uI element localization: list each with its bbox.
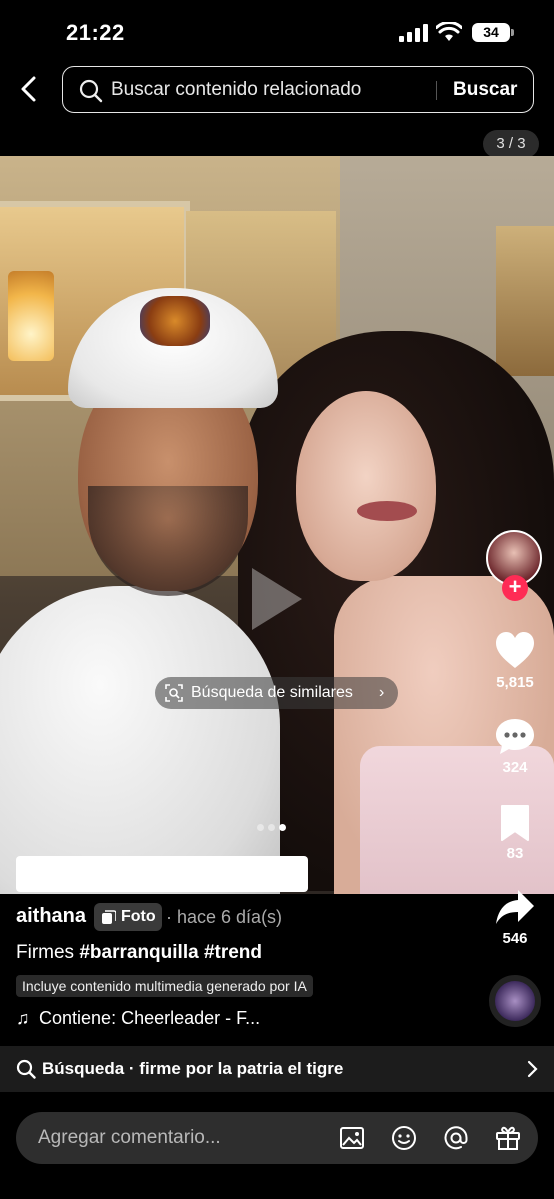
post-timestamp: · hace 6 día(s) [166, 907, 283, 927]
music-row[interactable]: ♫ Contiene: Cheerleader - F... [16, 1008, 260, 1029]
carousel-dot-active [279, 824, 286, 831]
search-icon [79, 79, 103, 103]
search-divider [436, 81, 437, 100]
chevron-right-icon: › [379, 684, 385, 701]
related-search-bar[interactable]: Búsqueda · firme por la patria el tigre [0, 1046, 554, 1092]
photo-stack-icon [102, 910, 116, 924]
search-icon [16, 1059, 36, 1079]
bookmark-icon[interactable] [494, 803, 536, 843]
back-icon[interactable] [16, 74, 42, 104]
share-icon[interactable] [494, 888, 536, 928]
heart-icon[interactable] [494, 630, 536, 670]
wifi-icon [436, 22, 462, 41]
status-bar: 21:22 34 [0, 0, 554, 64]
image-icon[interactable] [338, 1124, 366, 1152]
music-title: Contiene: Cheerleader - F... [39, 1008, 261, 1028]
comment-placeholder: Agregar comentario... [38, 1127, 221, 1148]
search-bar[interactable]: Buscar contenido relacionado Buscar [62, 66, 534, 113]
post-type-badge: Foto [94, 903, 162, 931]
search-input[interactable]: Buscar contenido relacionado [111, 79, 361, 101]
gift-icon[interactable] [494, 1124, 522, 1152]
carousel-dot [268, 824, 275, 831]
battery-indicator: 34 [472, 23, 510, 42]
play-icon[interactable] [248, 564, 306, 634]
signal-icon [399, 24, 428, 42]
mention-icon[interactable] [442, 1124, 470, 1152]
chevron-right-icon [527, 1060, 538, 1078]
post-type-label: Foto [121, 908, 156, 925]
emoji-icon[interactable] [390, 1124, 418, 1152]
post-photo[interactable] [0, 156, 554, 894]
woman-face [296, 391, 436, 581]
post-caption: Firmes #barranquilla #trend [16, 942, 262, 964]
related-search-label: Búsqueda · firme por la patria el tigre [42, 1059, 344, 1078]
background-niche [496, 226, 554, 376]
follow-button[interactable]: + [502, 575, 528, 601]
woman-lips [357, 501, 417, 521]
comment-count: 324 [502, 759, 528, 776]
save-count: 83 [506, 845, 524, 862]
similar-search-label: Búsqueda de similares [191, 684, 353, 701]
overlay-box [16, 856, 308, 892]
similar-search-button[interactable]: Búsqueda de similares › [155, 677, 398, 709]
music-note-icon: ♫ [16, 1008, 30, 1028]
ai-content-label[interactable]: Incluye contenido multimedia generado po… [16, 975, 313, 997]
music-disc[interactable] [489, 975, 541, 1027]
man-beard [88, 486, 248, 596]
comment-input[interactable]: Agregar comentario... [16, 1112, 538, 1164]
carousel-dot [257, 824, 264, 831]
status-time: 21:22 [66, 20, 125, 45]
battery-tip [511, 29, 514, 36]
author-name[interactable]: aithana [16, 905, 86, 928]
photo-counter: 3 / 3 [483, 130, 539, 158]
share-count: 546 [502, 930, 528, 947]
caption-hashtags[interactable]: #barranquilla #trend [79, 942, 262, 963]
comment-icon[interactable] [494, 716, 536, 756]
cap-tiger-logo [140, 296, 210, 346]
caption-text: Firmes [16, 942, 75, 963]
search-button[interactable]: Buscar [453, 79, 517, 101]
like-count: 5,815 [496, 674, 534, 691]
candle [8, 271, 54, 361]
carousel-dots [257, 818, 297, 831]
similar-search-icon [165, 684, 183, 702]
man-shirt [0, 586, 280, 894]
